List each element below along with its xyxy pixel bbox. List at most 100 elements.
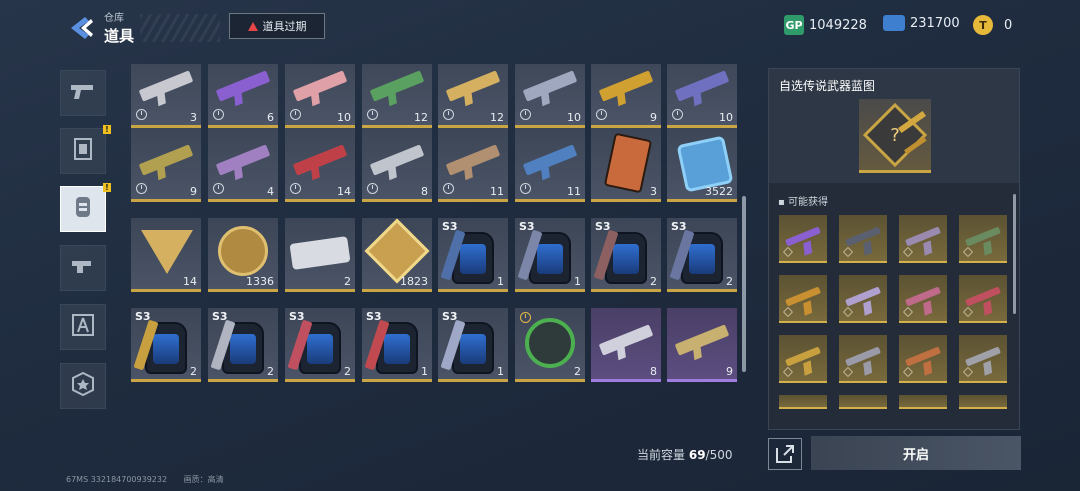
breadcrumb: 仓库 道具 xyxy=(104,9,134,46)
item-slot[interactable]: 12 xyxy=(362,64,432,128)
open-button[interactable]: 开启 xyxy=(811,436,1021,470)
item-slot[interactable]: 12 xyxy=(438,64,508,128)
season-tag: S3 xyxy=(212,310,228,323)
item-slot[interactable]: 10 xyxy=(515,64,585,128)
item-slot[interactable]: S3 2 xyxy=(667,218,737,292)
item-slot[interactable]: 1823 xyxy=(362,218,432,292)
item-quantity: 10 xyxy=(337,111,351,124)
reward-item[interactable] xyxy=(959,395,1007,409)
item-slot[interactable]: 9 xyxy=(131,128,201,202)
reward-item[interactable] xyxy=(839,395,887,409)
item-slot[interactable]: S3 2 xyxy=(208,308,278,382)
item-slot[interactable]: 6 xyxy=(208,64,278,128)
weapon-icon xyxy=(844,286,882,307)
item-grid-scrollbar[interactable] xyxy=(742,196,746,372)
weapon-icon xyxy=(964,286,1002,307)
capacity-label: 当前容量 xyxy=(637,448,686,462)
weapon-icon xyxy=(445,144,501,176)
item-slot[interactable]: 11 xyxy=(438,128,508,202)
gold-coin-icon: T xyxy=(973,15,993,35)
item-slot[interactable]: 14 xyxy=(131,218,201,292)
item-quantity: 11 xyxy=(567,185,581,198)
back-arrow-icon xyxy=(71,17,93,39)
expired-items-button[interactable]: 道具过期 xyxy=(229,13,325,39)
item-slot[interactable]: S3 1 xyxy=(362,308,432,382)
reward-item[interactable] xyxy=(779,275,827,323)
item-slot[interactable]: S3 2 xyxy=(131,308,201,382)
item-quantity: 9 xyxy=(190,185,197,198)
clock-icon xyxy=(290,109,301,120)
reward-item[interactable] xyxy=(899,215,947,263)
item-slot[interactable]: 9 xyxy=(591,64,661,128)
debug-footer: 67MS 3321847009392​32 画质：高清 xyxy=(66,474,224,485)
item-slot[interactable]: 3 xyxy=(131,64,201,128)
item-slot[interactable]: S3 1 xyxy=(515,218,585,292)
notification-badge-icon: ! xyxy=(103,125,111,134)
item-slot[interactable]: 10 xyxy=(285,64,355,128)
item-slot[interactable]: S3 1 xyxy=(438,308,508,382)
rewards-scrollbar[interactable] xyxy=(1013,194,1016,314)
item-grid: 3 6 10 12 12 10 9 10 9 4 14 8 11 11 3 3522 14 1336 2 1823 S3… xyxy=(127,64,739,404)
reward-item[interactable] xyxy=(959,335,1007,383)
reward-item[interactable] xyxy=(779,395,827,409)
blueprint-mark-icon xyxy=(963,307,973,317)
reward-item[interactable] xyxy=(899,335,947,383)
currency-gold: T 0 xyxy=(973,15,1012,35)
reward-item[interactable] xyxy=(839,335,887,383)
blueprint-mark-icon xyxy=(783,367,793,377)
season-tag: S3 xyxy=(442,310,458,323)
item-slot[interactable]: 3522 xyxy=(667,128,737,202)
blueprint-icon xyxy=(71,313,95,341)
item-slot[interactable]: 1336 xyxy=(208,218,278,292)
side-tab-items[interactable]: ! xyxy=(60,183,111,232)
blueprint-mark-icon xyxy=(843,367,853,377)
blueprint-mark-icon xyxy=(783,247,793,257)
side-tab-weapons[interactable] xyxy=(60,70,106,116)
expired-items-label: 道具过期 xyxy=(262,20,307,33)
reward-item[interactable] xyxy=(839,275,887,323)
reward-item[interactable] xyxy=(959,275,1007,323)
item-slot[interactable]: 9 xyxy=(667,308,737,382)
weapon-icon xyxy=(292,144,348,176)
item-slot[interactable]: 8 xyxy=(362,128,432,202)
share-button[interactable] xyxy=(768,438,802,470)
reward-item[interactable] xyxy=(959,215,1007,263)
item-slot[interactable]: 14 xyxy=(285,128,355,202)
item-slot[interactable]: S3 2 xyxy=(285,308,355,382)
item-slot[interactable]: S3 1 xyxy=(438,218,508,292)
triangle-token-icon xyxy=(141,230,193,274)
weapon-icon xyxy=(138,144,194,176)
item-quantity: 1336 xyxy=(246,275,274,288)
item-slot[interactable]: 11 xyxy=(515,128,585,202)
weapon-icon xyxy=(784,286,822,307)
chip-item-icon xyxy=(676,135,734,193)
item-quantity: 9 xyxy=(650,111,657,124)
gun-part-icon xyxy=(69,255,97,281)
item-slot[interactable]: S3 2 xyxy=(591,218,661,292)
reward-item[interactable] xyxy=(899,395,947,409)
card-icon xyxy=(72,136,94,166)
weapon-icon xyxy=(904,346,942,367)
side-tab-cards[interactable]: ! xyxy=(60,125,111,174)
share-icon xyxy=(776,445,794,463)
weapon-pack-icon xyxy=(605,232,647,284)
item-slot[interactable]: 3 xyxy=(591,128,661,202)
reward-item[interactable] xyxy=(779,335,827,383)
clock-icon xyxy=(367,183,378,194)
reward-item[interactable] xyxy=(839,215,887,263)
item-slot[interactable]: 2 xyxy=(515,308,585,382)
warning-icon xyxy=(247,21,258,31)
reward-item[interactable] xyxy=(779,215,827,263)
item-slot[interactable]: 4 xyxy=(208,128,278,202)
clock-icon xyxy=(367,109,378,120)
side-tab-attachments[interactable] xyxy=(60,245,106,291)
item-slot[interactable]: 8 xyxy=(591,308,661,382)
item-slot[interactable]: 10 xyxy=(667,64,737,128)
back-button[interactable] xyxy=(62,12,102,44)
weapon-icon xyxy=(522,144,578,176)
side-tab-blueprints[interactable] xyxy=(60,304,106,350)
weapon-icon xyxy=(964,346,1002,367)
reward-item[interactable] xyxy=(899,275,947,323)
item-slot[interactable]: 2 xyxy=(285,218,355,292)
side-tab-badges[interactable] xyxy=(60,363,106,409)
